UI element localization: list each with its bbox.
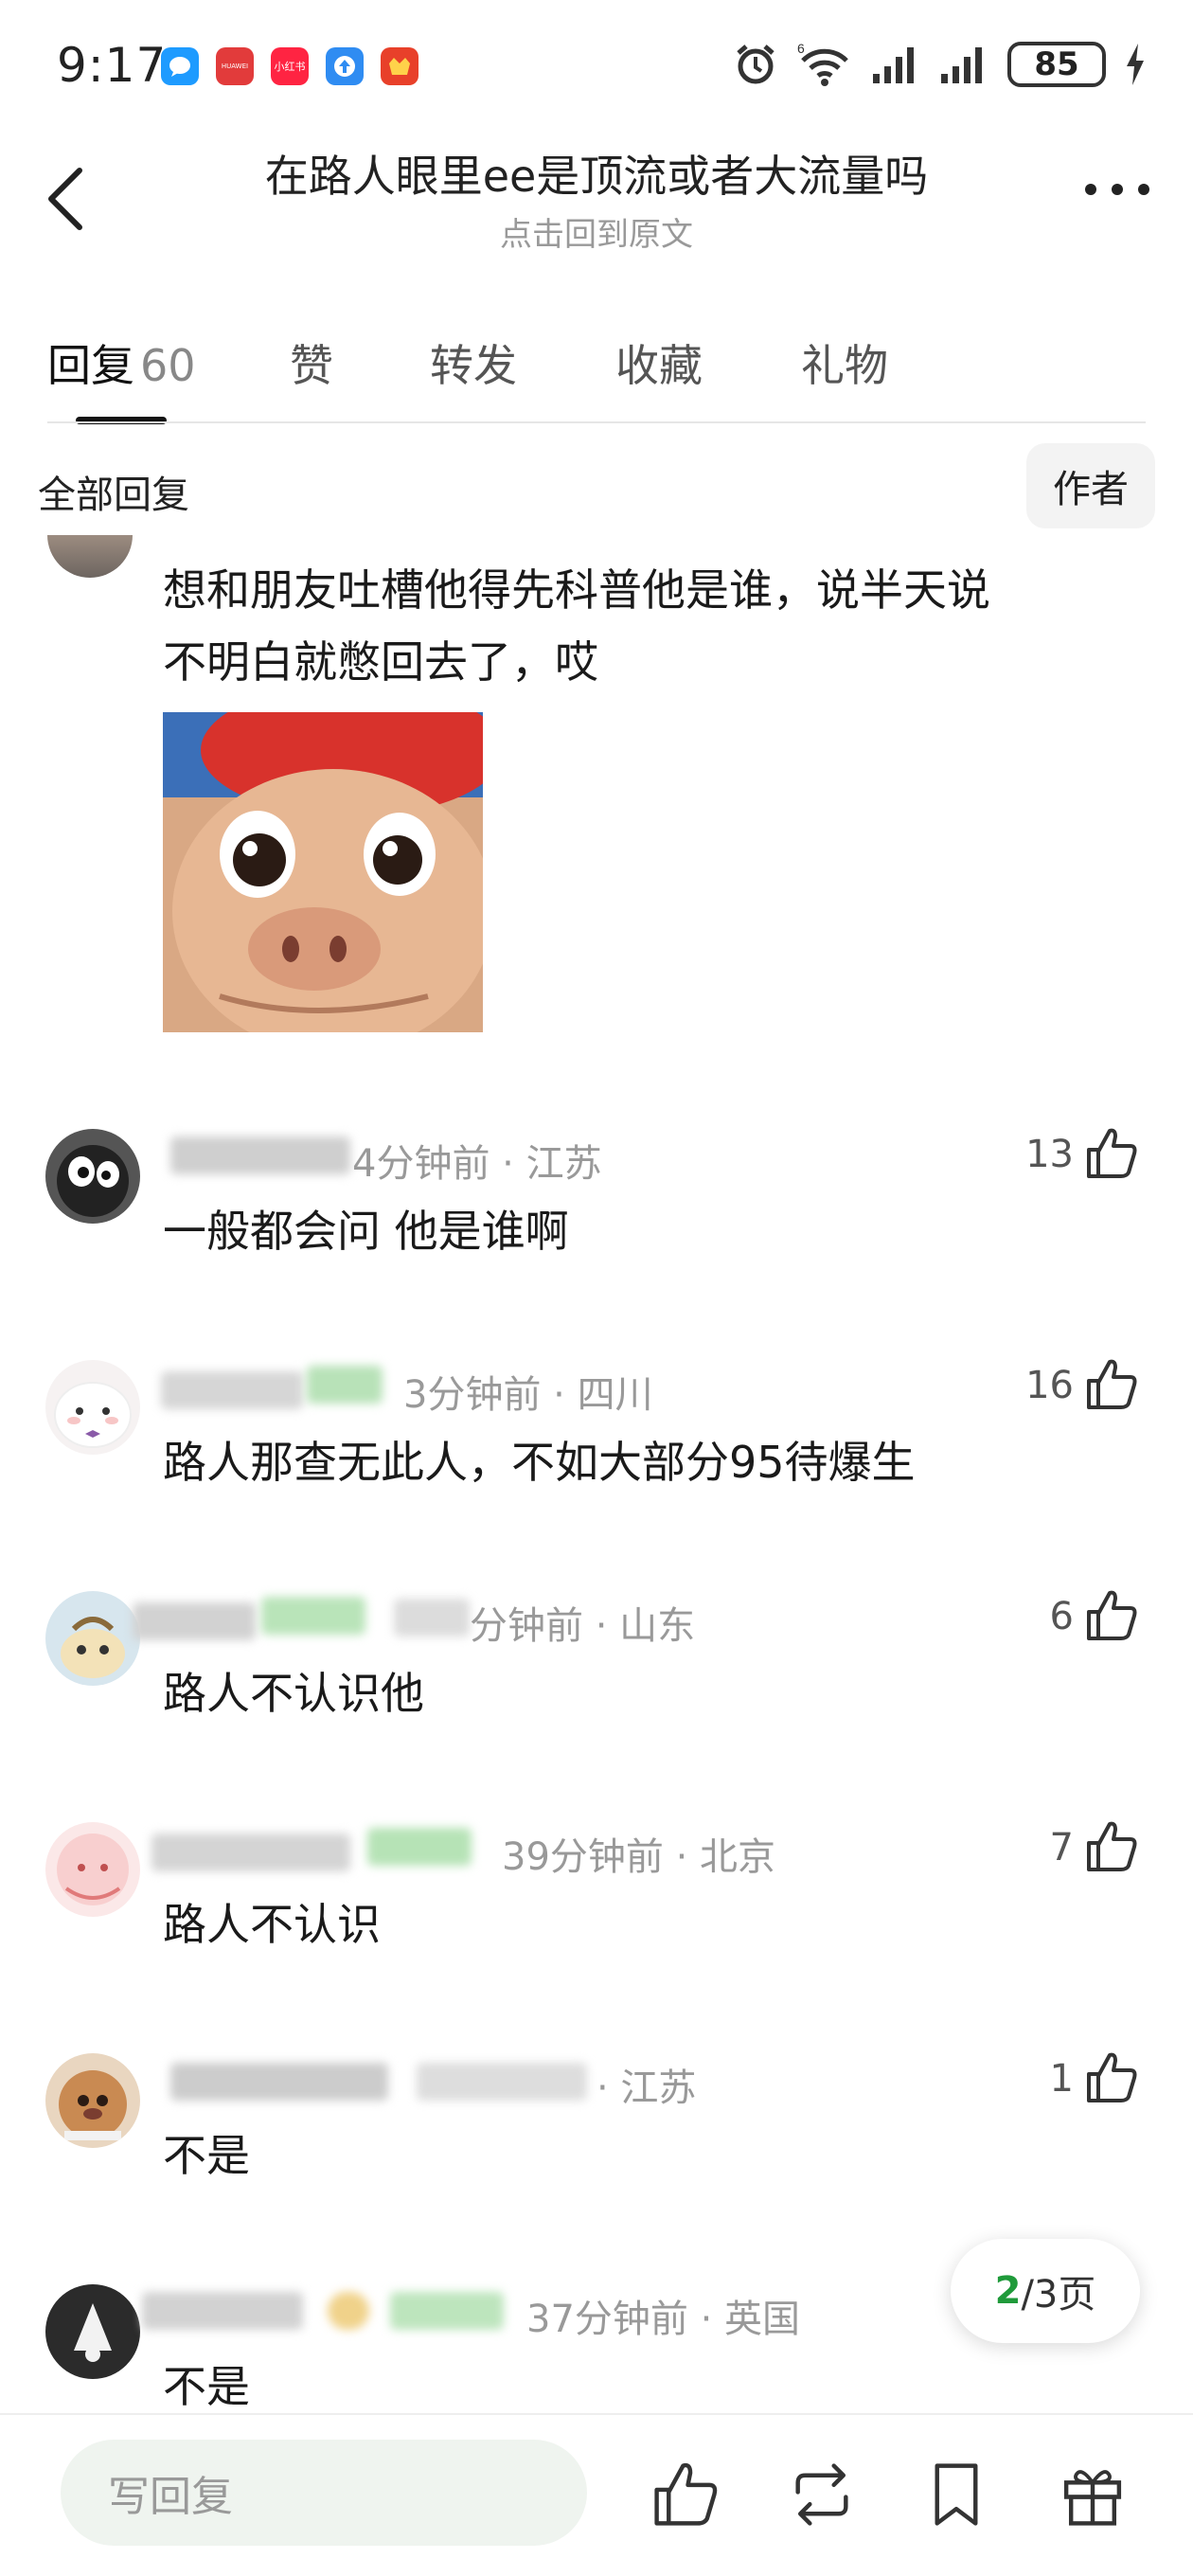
like-count: 13 (1025, 1133, 1074, 1176)
wifi-icon: 6 (797, 42, 848, 86)
comment-text: 想和朋友吐槽他得先科普他是谁，说半天说 不明白就憋回去了，哎 (163, 564, 990, 688)
badge-blurred (328, 2292, 369, 2330)
avatar[interactable] (45, 2284, 140, 2379)
avatar[interactable] (45, 1360, 140, 1455)
avatar[interactable] (47, 535, 133, 578)
repost-icon[interactable] (786, 2459, 858, 2531)
badge-blurred (261, 1597, 365, 1635)
time-blurred (417, 2063, 587, 2101)
comment-meta: 37分钟前 · 英国 (526, 2298, 801, 2341)
thumbs-up-icon[interactable] (1083, 2049, 1140, 2106)
comment-item: 39分钟前 · 北京 7 路人不认识 (0, 1821, 1193, 2053)
pig-sticker-image[interactable] (163, 712, 483, 1032)
status-indicators: 6 85 (733, 42, 1146, 87)
chat-app-icon (161, 47, 199, 85)
comment-meta: 39分钟前 · 北京 (502, 1835, 776, 1879)
tab-replies[interactable]: 回复 60 (47, 331, 196, 394)
gift-icon[interactable] (1057, 2459, 1129, 2531)
comment-meta: 分钟前 · 山东 (470, 1604, 696, 1648)
battery-indicator: 85 (1007, 42, 1106, 87)
all-replies-filter[interactable]: 全部回复 (38, 464, 189, 519)
avatar[interactable] (45, 1129, 140, 1224)
comment-text: 不是 (163, 2361, 250, 2412)
reply-input[interactable]: 写回复 (61, 2440, 587, 2546)
status-time: 9:17 (57, 38, 168, 93)
huawei-app-icon: HUAWEI (216, 47, 254, 85)
username-blurred (161, 1371, 303, 1409)
bottom-action-bar: 写回复 (0, 2413, 1193, 2576)
username-blurred (133, 1602, 256, 1640)
thumbs-up-icon[interactable] (1083, 1587, 1140, 1644)
post-header: 在路人眼里ee是顶流或者大流量吗 点击回到原文 (0, 133, 1193, 265)
comment-meta: 4分钟前 · 江苏 (352, 1142, 602, 1186)
page-title: 在路人眼里ee是顶流或者大流量吗 (264, 151, 929, 202)
tab-likes[interactable]: 赞 (290, 331, 333, 394)
reply-count: 60 (140, 340, 196, 391)
comment-item: 3分钟前 · 四川 16 路人那查无此人，不如大部分95待爆生 (0, 1359, 1193, 1591)
username-blurred (151, 1834, 350, 1871)
avatar[interactable] (45, 1822, 140, 1917)
like-count: 7 (1049, 1826, 1074, 1869)
like-count: 1 (1049, 2057, 1074, 2101)
avatar[interactable] (45, 2053, 140, 2148)
badge-blurred (367, 1828, 472, 1866)
like-count: 6 (1049, 1595, 1074, 1638)
upload-app-icon (326, 47, 364, 85)
signal-icon-1 (873, 47, 914, 83)
svg-text:6: 6 (797, 42, 805, 56)
tab-favorites[interactable]: 收藏 (615, 331, 703, 394)
username-blurred (170, 1136, 350, 1174)
page-indicator[interactable]: 2/3页 (951, 2239, 1140, 2343)
back-arrow-icon[interactable] (38, 161, 95, 237)
badge-blurred (390, 2292, 504, 2330)
interaction-tabs: 回复 60 赞 转发 收藏 礼物 (0, 313, 1193, 426)
alarm-icon (737, 45, 775, 84)
time-blurred (394, 1599, 470, 1637)
comment-meta: · 江苏 (596, 2066, 697, 2110)
comment-meta: 3分钟前 · 四川 (403, 1373, 653, 1417)
tab-gifts[interactable]: 礼物 (801, 331, 888, 394)
username-blurred (170, 2063, 388, 2101)
comment-text: 路人不认识 (163, 1899, 381, 1950)
avatar[interactable] (45, 1591, 140, 1686)
comment-text: 路人不认识他 (163, 1668, 424, 1719)
more-options-icon[interactable] (1079, 170, 1155, 208)
comment-text: 一般都会问 他是谁啊 (163, 1206, 569, 1257)
tab-reposts[interactable]: 转发 (430, 331, 517, 394)
comment-item: 分钟前 · 山东 6 路人不认识他 (0, 1590, 1193, 1822)
author-filter-button[interactable]: 作者 (1026, 443, 1155, 528)
username-blurred (142, 2292, 303, 2330)
signal-icon-2 (941, 47, 982, 83)
comment-text: 不是 (163, 2130, 250, 2181)
like-icon[interactable] (650, 2459, 721, 2531)
badge-blurred (307, 1366, 383, 1404)
charging-icon (1127, 44, 1144, 85)
like-count: 16 (1025, 1364, 1074, 1407)
comment-text: 路人那查无此人，不如大部分95待爆生 (163, 1437, 916, 1488)
bookmark-icon[interactable] (920, 2459, 992, 2531)
comment-item: 4分钟前 · 江苏 13 一般都会问 他是谁啊 (0, 1128, 1193, 1360)
xiaohongshu-app-icon: 小红书 (271, 47, 309, 85)
divider (47, 421, 1146, 423)
thumbs-up-icon[interactable] (1083, 1356, 1140, 1413)
back-to-original-link[interactable]: 点击回到原文 (189, 208, 1004, 255)
shop-app-icon (381, 47, 418, 85)
status-bar: 9:17 HUAWEI 小红书 6 85 (0, 0, 1193, 133)
thumbs-up-icon[interactable] (1083, 1818, 1140, 1875)
thumbs-up-icon[interactable] (1083, 1125, 1140, 1182)
notification-app-icons: HUAWEI 小红书 (161, 47, 418, 85)
